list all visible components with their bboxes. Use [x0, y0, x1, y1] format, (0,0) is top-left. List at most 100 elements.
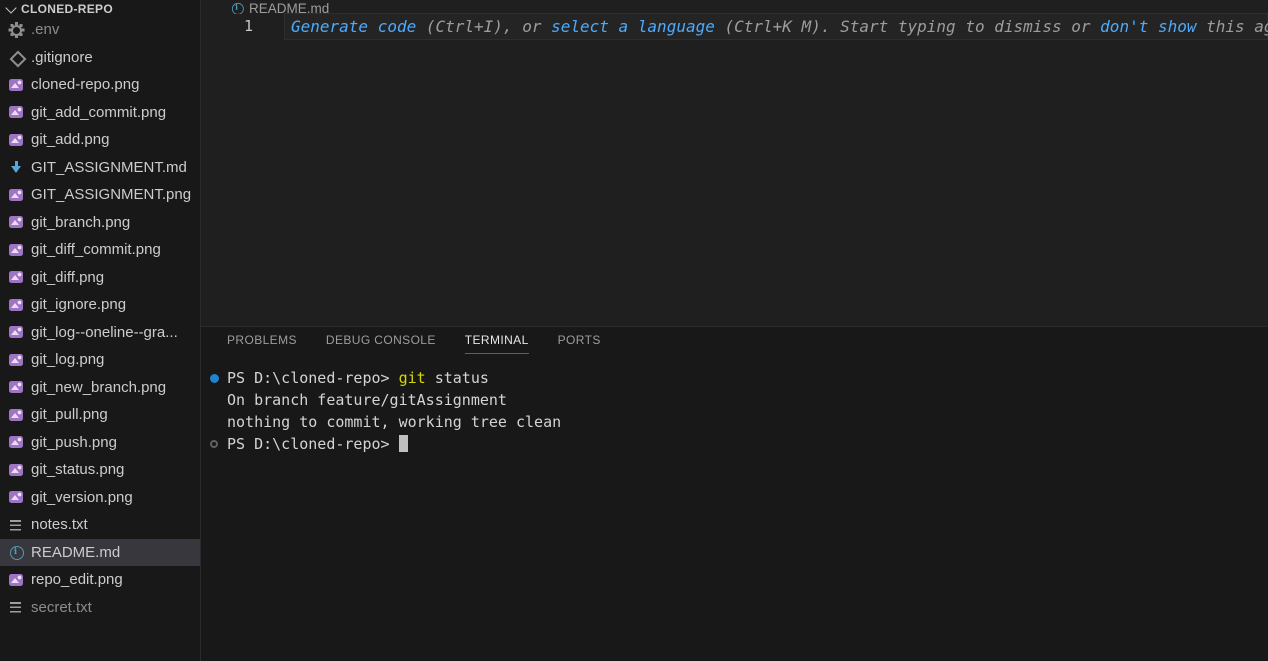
line-number: 1 [201, 13, 284, 40]
file-item[interactable]: git_pull.png [0, 401, 200, 429]
ghost-text: (Ctrl+I), or [416, 17, 551, 36]
image-icon [8, 434, 24, 450]
ghost-text: (Ctrl+K M). Start typing to dismiss or [715, 17, 1100, 36]
file-label: git_add.png [31, 131, 109, 148]
file-label: git_log--oneline--gra... [31, 324, 178, 341]
terminal-text: On branch feature/gitAssignment [227, 391, 507, 409]
file-item[interactable]: git_log.png [0, 346, 200, 374]
chevron-down-icon [3, 1, 19, 15]
file-item[interactable]: README.md [0, 539, 200, 567]
image-icon [8, 352, 24, 368]
file-label: notes.txt [31, 516, 88, 533]
file-label: cloned-repo.png [31, 76, 139, 93]
terminal-text: git [399, 369, 426, 387]
file-item[interactable]: git_diff_commit.png [0, 236, 200, 264]
text-icon [8, 517, 24, 533]
terminal[interactable]: PS D:\cloned-repo> git status On branch f… [201, 367, 1268, 455]
explorer-sidebar: CLONED-REPO .env .gitignore cloned-repo.pn… [0, 0, 201, 661]
file-label: .gitignore [31, 49, 93, 66]
file-item[interactable]: GIT_ASSIGNMENT.md [0, 154, 200, 182]
file-item[interactable]: git_add_commit.png [0, 99, 200, 127]
image-icon [8, 242, 24, 258]
breadcrumb[interactable]: README.md [201, 0, 1268, 14]
file-label: git_diff.png [31, 269, 104, 286]
file-item[interactable]: git_branch.png [0, 209, 200, 237]
file-label: secret.txt [31, 599, 92, 616]
file-item[interactable]: git_ignore.png [0, 291, 200, 319]
image-icon [8, 572, 24, 588]
ghost-text-link[interactable]: don't show [1100, 17, 1196, 36]
image-icon [8, 462, 24, 478]
file-label: git_push.png [31, 434, 117, 451]
file-label: git_diff_commit.png [31, 241, 161, 258]
file-item[interactable]: git_status.png [0, 456, 200, 484]
file-label: README.md [31, 544, 120, 561]
image-icon [8, 269, 24, 285]
terminal-line: nothing to commit, working tree clean [201, 411, 1268, 433]
image-icon [8, 379, 24, 395]
markdown-icon [8, 159, 24, 175]
text-icon [8, 599, 24, 615]
file-label: git_ignore.png [31, 296, 126, 313]
panel-tabs: PROBLEMS DEBUG CONSOLE TERMINAL PORTS [201, 327, 1268, 354]
file-item[interactable]: notes.txt [0, 511, 200, 539]
file-item[interactable]: secret.txt [0, 594, 200, 622]
file-list: .env .gitignore cloned-repo.png git_add_com… [0, 16, 200, 621]
file-item[interactable]: repo_edit.png [0, 566, 200, 594]
file-label: git_log.png [31, 351, 104, 368]
root-folder-label: CLONED-REPO [21, 2, 113, 15]
bottom-panel: PROBLEMS DEBUG CONSOLE TERMINAL PORTS PS D:… [201, 326, 1268, 661]
command-pending-decoration-icon[interactable] [210, 440, 218, 448]
file-item[interactable]: cloned-repo.png [0, 71, 200, 99]
image-icon [8, 104, 24, 120]
ghost-text-link[interactable]: select a language [551, 17, 715, 36]
file-item[interactable]: git_push.png [0, 429, 200, 457]
terminal-text: PS D:\cloned-repo> [227, 435, 399, 453]
editor-area[interactable]: README.md 1 Generate code (Ctrl+I), or s… [201, 0, 1268, 326]
file-label: git_add_commit.png [31, 104, 166, 121]
file-item[interactable]: git_log--oneline--gra... [0, 319, 200, 347]
file-item[interactable]: git_add.png [0, 126, 200, 154]
image-icon [8, 324, 24, 340]
command-success-decoration-icon[interactable] [210, 374, 219, 383]
terminal-text: PS D:\cloned-repo> [227, 369, 399, 387]
file-label: git_version.png [31, 489, 133, 506]
image-icon [8, 297, 24, 313]
ghost-text: this again. [1197, 17, 1268, 36]
terminal-cursor[interactable] [399, 435, 408, 452]
file-item[interactable]: git_new_branch.png [0, 374, 200, 402]
file-item[interactable]: .env [0, 16, 200, 44]
file-item[interactable]: GIT_ASSIGNMENT.png [0, 181, 200, 209]
panel-tab-terminal[interactable]: TERMINAL [465, 333, 529, 354]
breadcrumb-file-label: README.md [249, 1, 329, 15]
image-icon [8, 132, 24, 148]
explorer-root-header[interactable]: CLONED-REPO [0, 0, 200, 15]
image-icon [8, 77, 24, 93]
image-icon [8, 407, 24, 423]
file-label: git_new_branch.png [31, 379, 166, 396]
file-label: .env [31, 21, 59, 38]
ghost-text-line[interactable]: Generate code (Ctrl+I), or select a lang… [291, 13, 1268, 40]
panel-tab-problems[interactable]: PROBLEMS [227, 333, 297, 354]
file-item[interactable]: .gitignore [0, 44, 200, 72]
file-label: repo_edit.png [31, 571, 123, 588]
file-label: git_branch.png [31, 214, 130, 231]
file-item[interactable]: git_diff.png [0, 264, 200, 292]
image-icon [8, 187, 24, 203]
panel-tab-ports[interactable]: PORTS [558, 333, 601, 354]
terminal-line: On branch feature/gitAssignment [201, 389, 1268, 411]
terminal-line: PS D:\cloned-repo> [201, 433, 1268, 455]
file-label: GIT_ASSIGNMENT.md [31, 159, 187, 176]
image-icon [8, 214, 24, 230]
info-icon [8, 544, 24, 560]
file-item[interactable]: git_version.png [0, 484, 200, 512]
gear-icon [8, 22, 24, 38]
terminal-line: PS D:\cloned-repo> git status [201, 367, 1268, 389]
terminal-text: nothing to commit, working tree clean [227, 413, 561, 431]
file-label: GIT_ASSIGNMENT.png [31, 186, 191, 203]
file-label: git_pull.png [31, 406, 108, 423]
image-icon [8, 489, 24, 505]
panel-tab-debug-console[interactable]: DEBUG CONSOLE [326, 333, 436, 354]
terminal-text: status [426, 369, 489, 387]
ghost-text-link[interactable]: Generate code [291, 17, 416, 36]
